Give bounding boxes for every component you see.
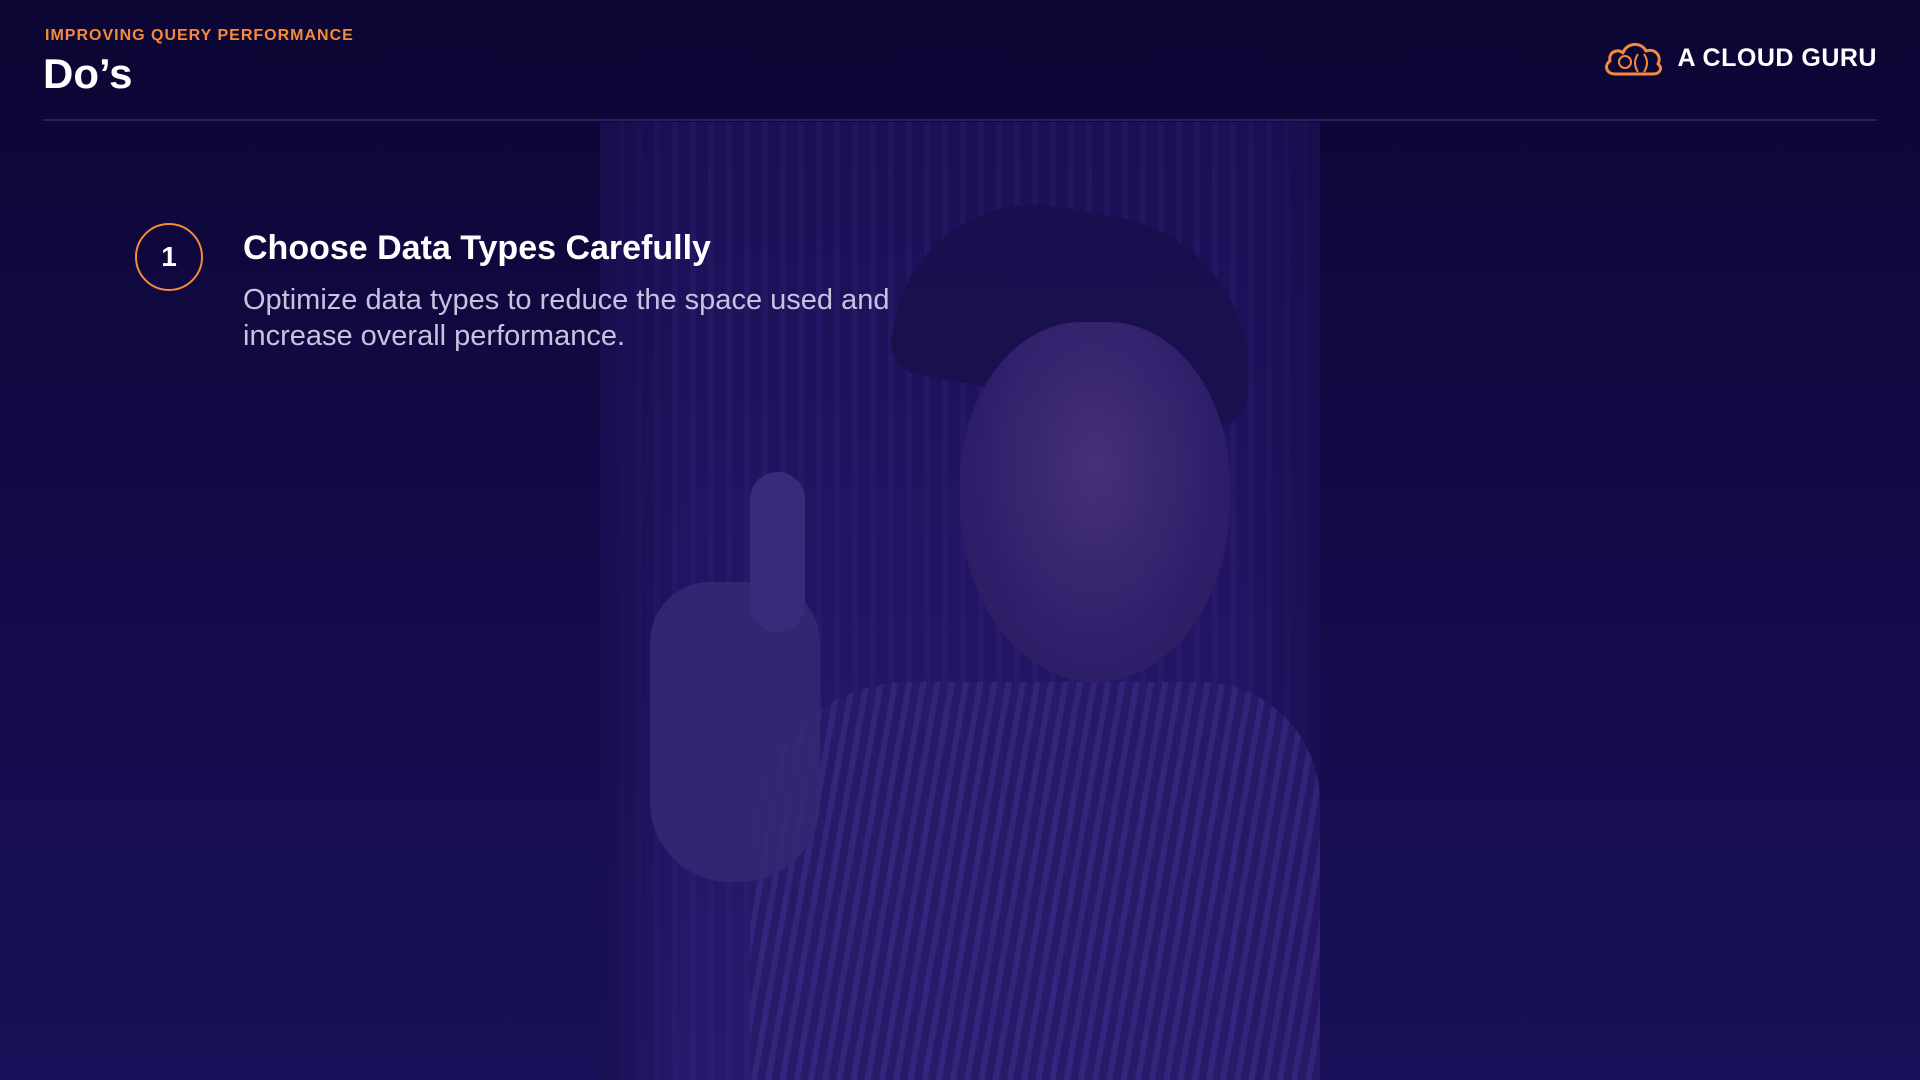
- list-item: 1 Choose Data Types Carefully Optimize d…: [135, 223, 923, 354]
- photo-thumb-shape: [750, 472, 805, 632]
- cloud-logo-icon: [1601, 38, 1665, 78]
- item-description: Optimize data types to reduce the space …: [243, 284, 890, 352]
- photo-shirt-shape: [750, 682, 1320, 1080]
- item-text: Choose Data Types Carefully Optimize dat…: [243, 223, 923, 354]
- brand-name: A CLOUD GURU: [1677, 43, 1877, 72]
- page-title: Do’s: [43, 50, 133, 97]
- section-eyebrow: IMPROVING QUERY PERFORMANCE: [45, 27, 354, 44]
- item-title: Choose Data Types Carefully: [243, 229, 711, 267]
- photo-face-shape: [960, 322, 1230, 682]
- photo-hand-shape: [650, 582, 820, 882]
- item-number-badge: 1: [135, 223, 203, 291]
- header-divider: [43, 119, 1877, 121]
- brand-logo: A CLOUD GURU: [1601, 38, 1877, 78]
